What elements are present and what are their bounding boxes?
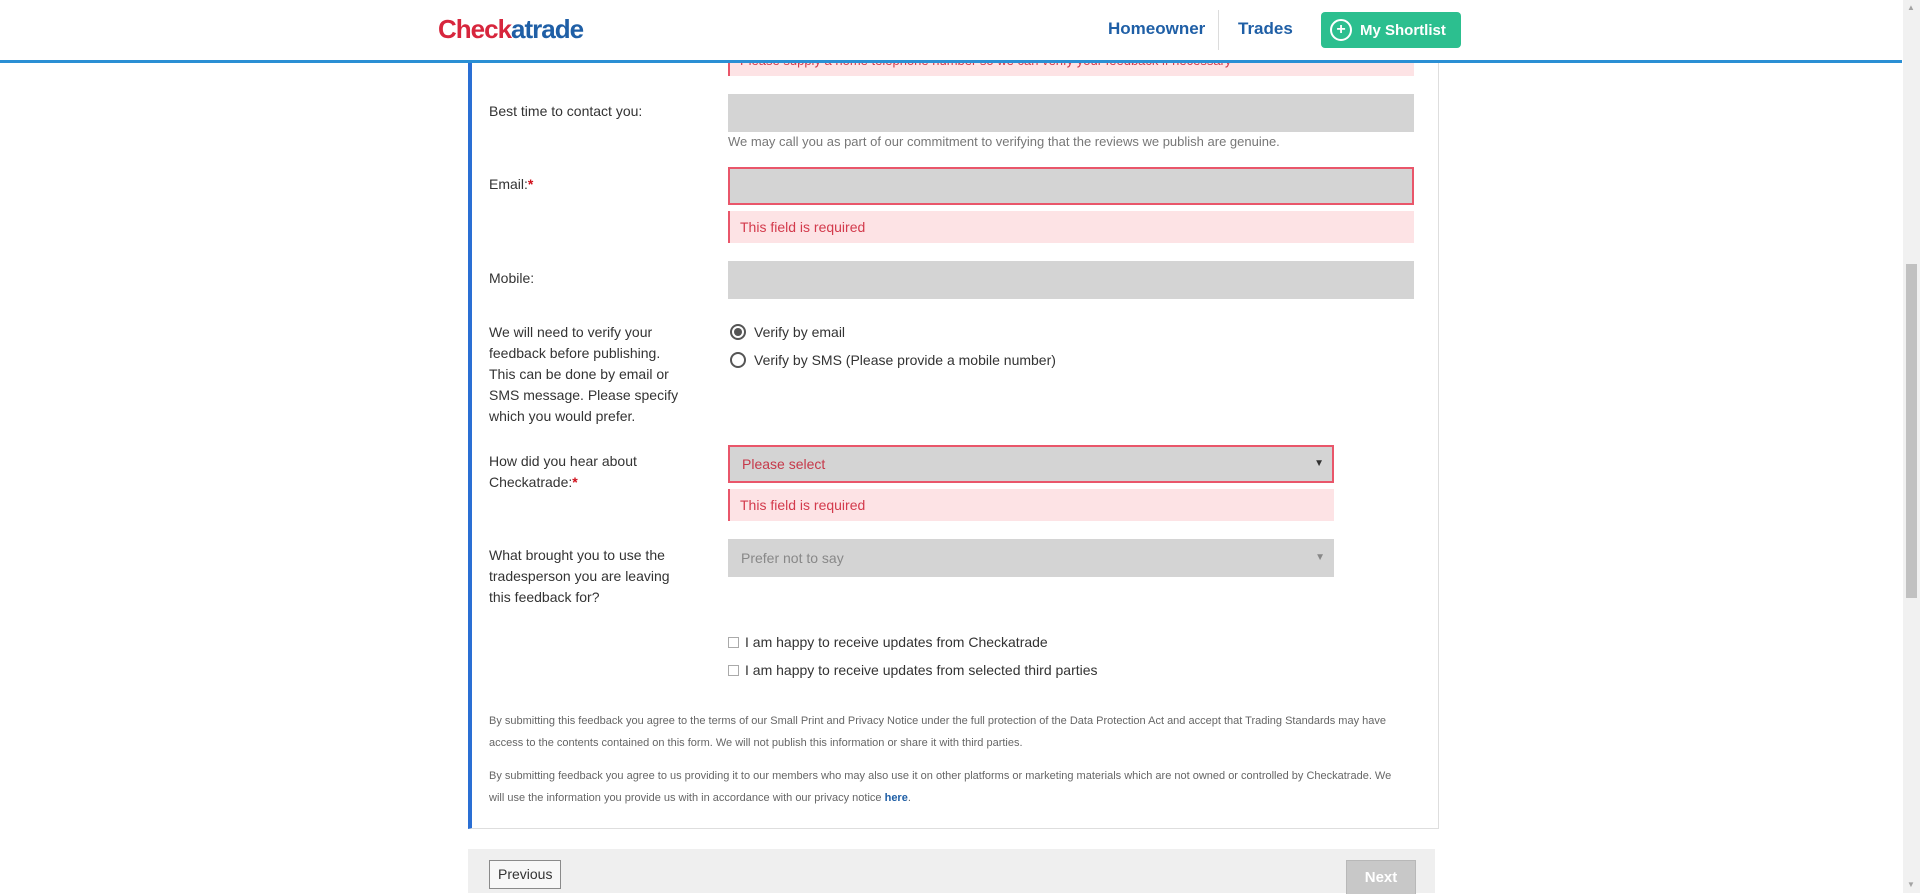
verify-sms-label: Verify by SMS (Please provide a mobile n… [754, 352, 1056, 368]
checkbox-icon[interactable] [728, 636, 739, 648]
consent-third-party[interactable]: I am happy to receive updates from selec… [728, 662, 1098, 678]
best-time-label: Best time to contact you: [489, 103, 643, 119]
logo-text-red: Check [438, 14, 512, 44]
checkatrade-logo[interactable]: Checkatrade [438, 14, 584, 45]
plus-circle-icon: + [1330, 19, 1352, 41]
privacy-notice-link[interactable]: here [885, 792, 908, 804]
scroll-down-arrow-icon[interactable]: ▼ [1907, 880, 1915, 889]
consent-third-party-label: I am happy to receive updates from selec… [745, 662, 1098, 678]
page-scrollbar[interactable]: ▲ ▼ [1903, 0, 1920, 893]
best-time-input[interactable] [728, 94, 1414, 132]
email-label-text: Email: [489, 176, 528, 192]
scroll-up-arrow-icon[interactable]: ▲ [1907, 3, 1915, 12]
dropdown-arrow-icon: ▼ [1314, 458, 1324, 469]
nav-divider [1218, 10, 1219, 50]
verify-sms-option[interactable]: Verify by SMS (Please provide a mobile n… [730, 352, 1056, 368]
radio-selected-icon[interactable] [730, 324, 746, 340]
dropdown-arrow-icon: ▼ [1315, 552, 1325, 563]
required-asterisk: * [527, 176, 534, 192]
verify-email-label: Verify by email [754, 324, 846, 340]
next-button[interactable]: Next [1346, 860, 1416, 894]
radio-unselected-icon[interactable] [730, 352, 746, 368]
reason-label: What brought you to use the tradesperson… [489, 547, 670, 605]
logo-text-blue: atrade [511, 14, 584, 44]
shortlist-label: My Shortlist [1360, 21, 1446, 39]
legal-text-2: By submitting feedback you agree to us p… [489, 765, 1393, 809]
hear-about-text: How did you hear about Checkatrade: [489, 453, 637, 490]
nav-homeowner[interactable]: Homeowner [1108, 19, 1205, 39]
site-header: Checkatrade Homeowner Trades + My Shortl… [0, 0, 1902, 63]
mobile-label: Mobile: [489, 270, 535, 286]
form-navigation-bar [468, 849, 1435, 893]
reason-value: Prefer not to say [741, 550, 844, 566]
required-asterisk: * [572, 474, 578, 490]
legal-text-1: By submitting this feedback you agree to… [489, 715, 1386, 749]
checkbox-icon[interactable] [728, 664, 739, 676]
reason-select[interactable]: Prefer not to say ▼ [728, 539, 1334, 577]
scrollbar-thumb[interactable] [1906, 264, 1917, 598]
hear-about-value: Please select [742, 456, 826, 472]
email-input[interactable] [728, 167, 1414, 205]
verify-email-option[interactable]: Verify by email [730, 324, 845, 340]
consent-checkatrade-label: I am happy to receive updates from Check… [745, 634, 1048, 650]
hear-about-error: This field is required [728, 489, 1334, 521]
hear-about-label: How did you hear about Checkatrade:* [489, 451, 689, 493]
consent-checkatrade[interactable]: I am happy to receive updates from Check… [728, 634, 1048, 650]
previous-button[interactable]: Previous [489, 860, 562, 889]
email-error: This field is required [728, 211, 1414, 243]
my-shortlist-button[interactable]: + My Shortlist [1321, 12, 1461, 48]
mobile-input[interactable] [728, 261, 1414, 299]
legal-text-2-end: . [907, 792, 911, 804]
verify-label: We will need to verify your feedback bef… [489, 324, 679, 424]
nav-trades[interactable]: Trades [1238, 19, 1293, 39]
legal-text-2-body: By submitting feedback you agree to us p… [489, 770, 1392, 804]
best-time-help: We may call you as part of our commitmen… [728, 134, 1280, 149]
email-label: Email:* [489, 174, 689, 195]
hear-about-select[interactable]: Please select ▼ [728, 445, 1334, 483]
